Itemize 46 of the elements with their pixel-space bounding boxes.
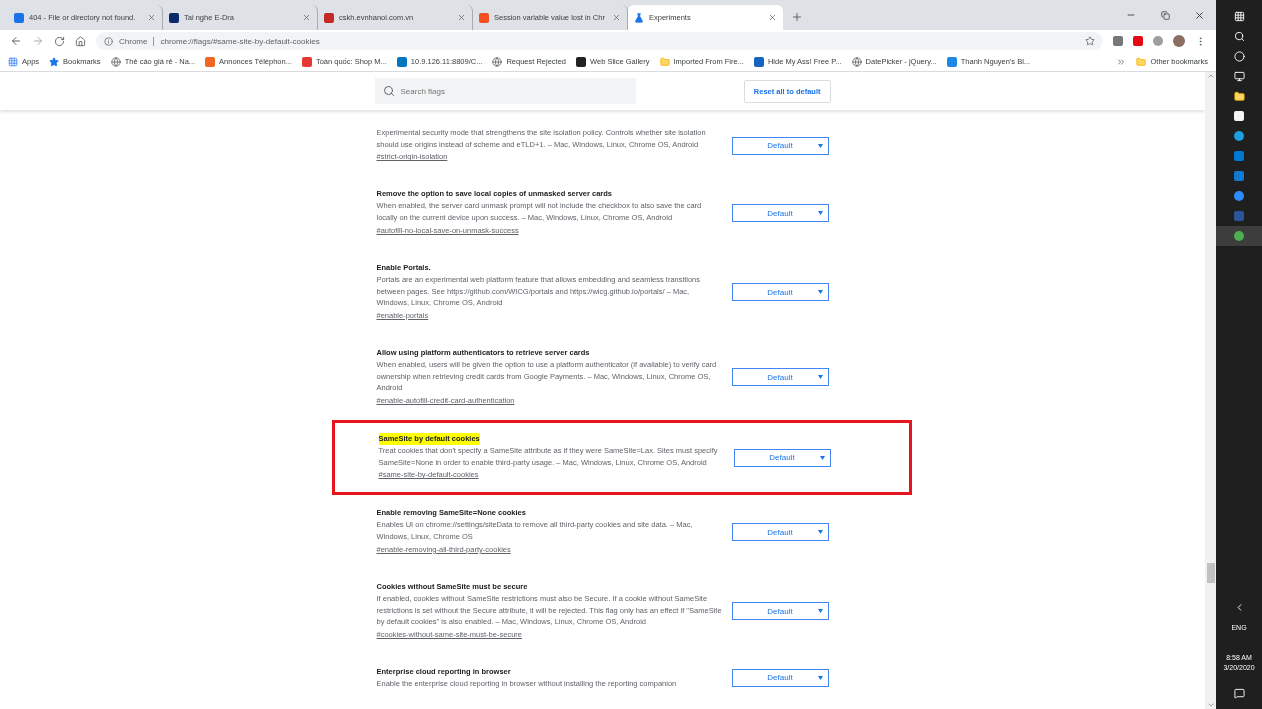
star-icon[interactable] [1085,36,1095,46]
chevrons-icon[interactable] [1116,56,1127,67]
close-icon[interactable] [612,13,621,22]
grid-icon [8,56,18,67]
caret-icon [817,290,823,295]
new-tab-icon[interactable] [791,11,803,23]
search-field[interactable]: Search flags [374,78,636,104]
scrollbar-thumb[interactable] [1206,563,1215,583]
folder-icon [659,56,670,67]
close-icon[interactable] [147,13,156,22]
flag-select[interactable]: Default [731,523,829,542]
forward-icon[interactable] [32,35,44,47]
scroll-down-icon[interactable] [1206,701,1215,709]
globe-icon [492,56,503,67]
scrollbar[interactable] [1205,72,1216,709]
close-icon[interactable] [302,13,311,22]
flag-select[interactable]: Default [731,136,829,155]
home-icon[interactable] [75,35,86,47]
globe-icon [851,56,862,67]
reload-icon[interactable] [54,35,65,47]
caret-icon [817,609,823,614]
globe-icon [110,56,121,67]
caret-icon [817,530,823,535]
caret-icon [817,143,823,148]
info-icon [104,36,113,46]
close-icon[interactable] [768,13,777,22]
flag-select[interactable]: Default [731,204,829,223]
star-icon [49,56,60,67]
search-icon [382,85,395,97]
caret-icon [819,455,825,460]
caret-icon [817,211,823,216]
flag-select[interactable]: Default [733,448,831,467]
flag-select[interactable]: Default [731,668,829,687]
folder-icon [1136,56,1147,67]
caret-icon [817,675,823,680]
back-icon[interactable] [10,35,22,47]
avatar[interactable] [1173,35,1185,47]
caret-icon [817,375,823,380]
flag-select[interactable]: Default [731,602,829,621]
scroll-up-icon[interactable] [1206,72,1215,80]
address-bar[interactable]: Chrome chrome://flags/#same-site-by-default-cookies [96,32,1103,50]
url-text: chrome://flags/#same-site-by-default-cookies [160,36,321,46]
flag-select[interactable]: Default [731,283,829,302]
site-label: Chrome [119,36,155,46]
flag-select[interactable]: Default [731,368,829,387]
close-icon[interactable] [457,13,466,22]
